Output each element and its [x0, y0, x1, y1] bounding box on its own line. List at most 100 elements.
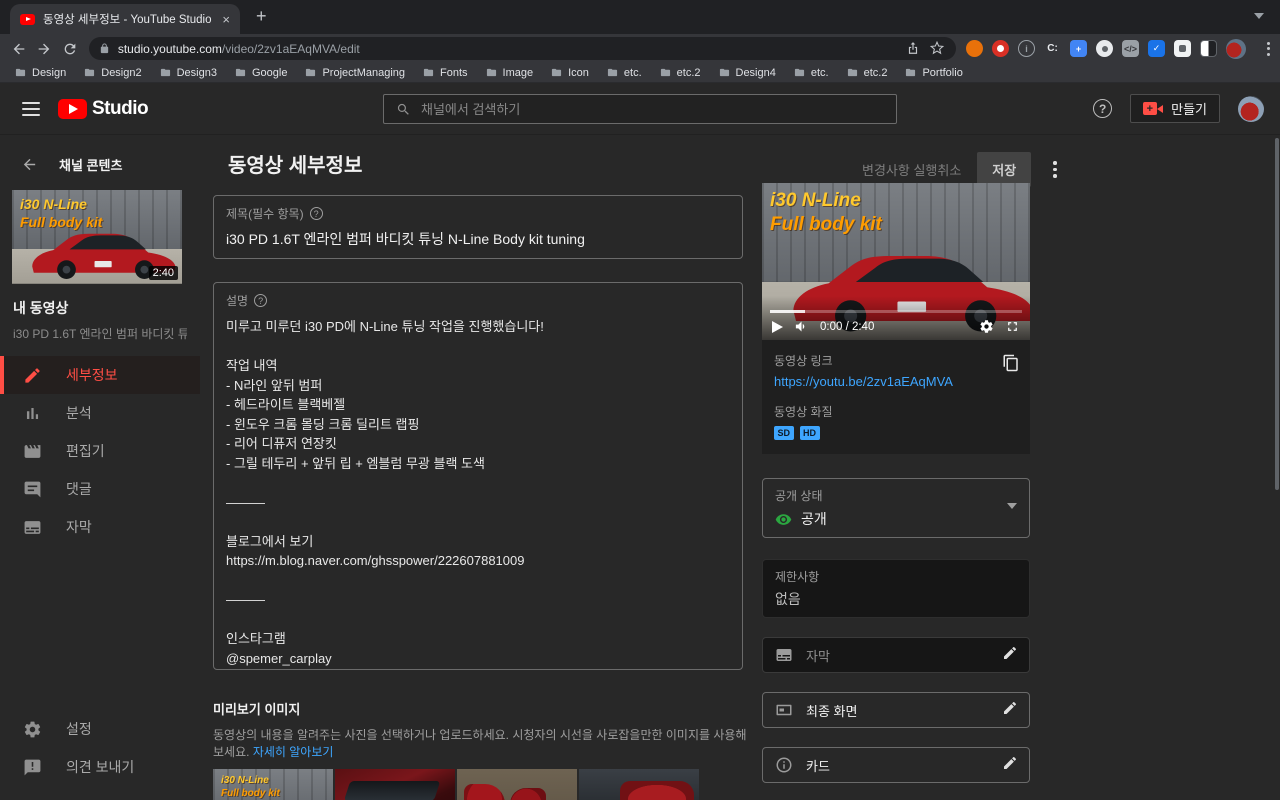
bookmark-item[interactable]: Design2 [83, 67, 141, 79]
sidebar-item-analytics[interactable]: 분석 [0, 394, 200, 432]
sidebar-item-feedback[interactable]: 의견 보내기 [0, 748, 200, 786]
sidebar-item-settings[interactable]: 설정 [0, 710, 200, 748]
bar-chart-icon [23, 404, 42, 423]
bookmark-item[interactable]: Fonts [422, 67, 468, 79]
bookmark-star-icon[interactable] [930, 41, 946, 57]
restrictions-label: 제한사항 [775, 568, 1017, 585]
player-settings-icon[interactable] [979, 319, 994, 334]
bookmark-item[interactable]: etc.2 [659, 67, 701, 79]
page-scrollbar[interactable] [1275, 138, 1279, 490]
extension-icon-check[interactable]: ✓ [1148, 40, 1165, 57]
sidebar-item-details[interactable]: 세부정보 [0, 356, 200, 394]
subtitles-card[interactable]: 자막 [762, 637, 1030, 673]
title-field-value[interactable]: i30 PD 1.6T 엔라인 범퍼 바디킷 튜닝 N-Line Body ki… [226, 229, 730, 249]
copy-icon[interactable] [1002, 354, 1020, 377]
extension-icon-red[interactable] [992, 40, 1009, 57]
browser-menu-icon[interactable] [1263, 42, 1274, 56]
youtube-logo-icon [58, 99, 87, 119]
sidebar-item-subtitles[interactable]: 자막 [0, 508, 200, 546]
address-bar[interactable]: studio.youtube.com/video/2zv1aEAqMVA/edi… [89, 37, 956, 60]
extension-icon-darkreader[interactable] [1200, 40, 1217, 57]
more-options-icon[interactable] [1047, 159, 1063, 180]
end-screen-card[interactable]: 최종 화면 [762, 692, 1030, 728]
bookmark-item[interactable]: Design [14, 67, 66, 79]
thumbnail-option[interactable] [335, 769, 455, 800]
volume-icon[interactable] [794, 319, 809, 334]
extension-icon-colorzilla[interactable]: C: [1044, 40, 1061, 57]
back-arrow-icon [21, 156, 38, 173]
bookmark-item[interactable]: etc. [606, 67, 642, 79]
bookmark-item[interactable]: Portfolio [904, 67, 962, 79]
forward-button[interactable] [32, 36, 58, 62]
extension-icon-info[interactable]: i [1018, 40, 1035, 57]
browser-tab[interactable]: 동영상 세부정보 - YouTube Studio × [10, 4, 240, 34]
tab-close-icon[interactable]: × [222, 13, 230, 26]
description-field-label: 설명 [226, 292, 248, 309]
save-button[interactable]: 저장 [977, 152, 1031, 187]
video-player[interactable]: i30 N-Line Full body kit 0:00 / 2:40 [762, 183, 1030, 340]
create-button[interactable]: + 만들기 [1130, 94, 1220, 123]
help-question-icon[interactable]: ? [254, 294, 267, 307]
fullscreen-icon[interactable] [1005, 319, 1020, 334]
description-field-value[interactable]: 미루고 미루던 i30 PD에 N-Line 튜닝 작업을 진행했습니다! 작업… [226, 317, 730, 670]
thumbnail-option[interactable] [579, 769, 699, 800]
edit-pencil-icon[interactable] [1002, 700, 1018, 721]
url-text: studio.youtube.com/video/2zv1aEAqMVA/edi… [118, 42, 898, 56]
bookmark-item[interactable]: ProjectManaging [304, 67, 405, 79]
extension-icon-code[interactable]: </> [1122, 40, 1139, 57]
channel-search[interactable] [383, 94, 897, 124]
extension-icon-orange[interactable] [966, 40, 983, 57]
edit-pencil-icon[interactable] [1002, 755, 1018, 776]
pencil-icon [23, 366, 42, 385]
learn-more-link[interactable]: 자세히 알아보기 [253, 745, 334, 759]
bookmark-item[interactable]: Design3 [159, 67, 217, 79]
thumbnail-section-description: 동영상의 내용을 알려주는 사진을 선택하거나 업로드하세요. 시청자의 시선을… [213, 726, 753, 760]
sidebar-item-comments[interactable]: 댓글 [0, 470, 200, 508]
video-thumbnail[interactable]: i30 N-Line Full body kit 2:40 [12, 190, 182, 284]
bookmark-item[interactable]: Icon [550, 67, 589, 79]
search-input[interactable] [421, 102, 884, 117]
thumbnail-option[interactable] [457, 769, 577, 800]
reload-button[interactable] [57, 36, 83, 62]
feedback-icon [23, 758, 42, 777]
bookmark-item[interactable]: Design4 [718, 67, 776, 79]
sidebar-item-editor[interactable]: 편집기 [0, 432, 200, 470]
bookmark-item[interactable]: Google [234, 67, 287, 79]
bookmark-item[interactable]: etc.2 [846, 67, 888, 79]
bookmark-item[interactable]: Image [485, 67, 534, 79]
visibility-label: 공개 상태 [775, 487, 1017, 504]
new-tab-button[interactable]: + [256, 6, 267, 27]
player-time: 0:00 / 2:40 [820, 321, 874, 333]
cards-card[interactable]: 카드 [762, 747, 1030, 783]
share-icon[interactable] [906, 41, 922, 57]
studio-logo[interactable]: Studio [58, 98, 148, 120]
visibility-card[interactable]: 공개 상태 공개 [762, 478, 1030, 538]
player-controls: 0:00 / 2:40 [762, 313, 1030, 340]
back-button[interactable] [6, 36, 32, 62]
edit-pencil-icon[interactable] [1002, 645, 1018, 666]
tab-search-chevron-icon[interactable] [1254, 13, 1264, 19]
hamburger-menu-icon[interactable] [22, 102, 40, 116]
thumbnail-section: 미리보기 이미지 동영상의 내용을 알려주는 사진을 선택하거나 업로드하세요.… [213, 699, 1280, 800]
bookmark-item[interactable]: etc. [793, 67, 829, 79]
chevron-down-icon[interactable] [1007, 503, 1017, 509]
back-to-channel-content[interactable]: 채널 콘텐츠 [0, 135, 200, 174]
url-path: /video/2zv1aEAqMVA/edit [222, 42, 360, 56]
browser-profile-avatar[interactable] [1226, 39, 1246, 59]
title-field[interactable]: 제목(필수 항목) ? i30 PD 1.6T 엔라인 범퍼 바디킷 튜닝 N-… [213, 195, 743, 259]
play-icon[interactable] [772, 321, 783, 333]
folder-icon [904, 67, 917, 78]
thumbnail-option-selected[interactable]: i30 N-Line Full body kit [213, 769, 333, 800]
help-icon[interactable]: ? [1093, 99, 1112, 118]
help-question-icon[interactable]: ? [310, 207, 323, 220]
extension-icon-blue[interactable]: + [1070, 40, 1087, 57]
channel-avatar[interactable] [1238, 96, 1264, 122]
description-field[interactable]: 설명 ? 미루고 미루던 i30 PD에 N-Line 튜닝 작업을 진행했습니… [213, 282, 743, 670]
extension-icon-atom[interactable] [1096, 40, 1113, 57]
info-circle-icon [775, 756, 793, 774]
puzzle-extensions-icon[interactable] [1174, 40, 1191, 57]
page-title: 동영상 세부정보 [228, 149, 1280, 178]
browser-toolbar: studio.youtube.com/video/2zv1aEAqMVA/edi… [0, 34, 1280, 63]
video-link-url[interactable]: https://youtu.be/2zv1aEAqMVA [774, 374, 1018, 389]
undo-changes-label[interactable]: 변경사항 실행취소 [862, 160, 961, 179]
